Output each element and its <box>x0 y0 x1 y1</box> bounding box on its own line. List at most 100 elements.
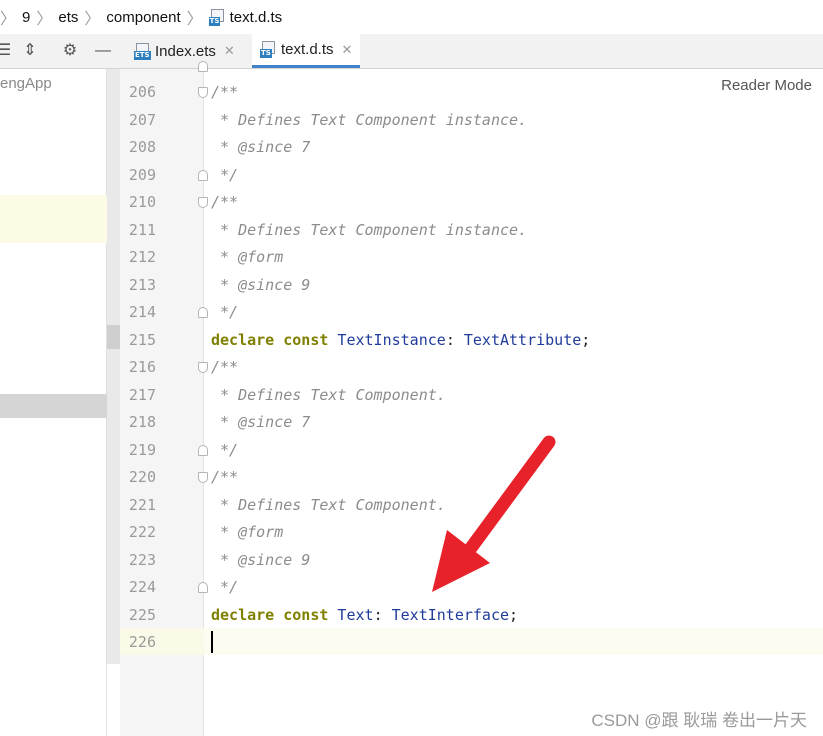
chevron-right-icon: 〉 <box>186 11 203 28</box>
chevron-right-icon: 〉 <box>0 11 17 28</box>
code-line[interactable]: * @form <box>211 519 283 546</box>
fold-marker-icon[interactable] <box>198 87 208 98</box>
line-number: 213 <box>128 276 156 294</box>
code-token: * Defines Text Component. <box>211 386 446 404</box>
code-line[interactable]: */ <box>211 299 238 326</box>
code-line[interactable]: * Defines Text Component instance. <box>211 217 527 244</box>
ts-file-icon: TS <box>260 41 275 58</box>
line-number: 214 <box>128 303 156 321</box>
code-token: ; <box>581 331 591 349</box>
line-number: 217 <box>128 386 156 404</box>
code-line[interactable]: declare const Text: TextInterface; <box>211 602 518 629</box>
tab-label: Index.ets <box>155 42 216 60</box>
line-number: 208 <box>128 138 156 156</box>
line-number: 216 <box>128 358 156 376</box>
code-token: TextAttribute <box>463 331 582 349</box>
reader-mode-button[interactable]: Reader Mode <box>721 77 812 94</box>
code-token: * Defines Text Component. <box>211 496 446 514</box>
line-number: 211 <box>128 221 156 239</box>
line-number: 207 <box>128 111 156 129</box>
code-line[interactable]: * @since 9 <box>211 547 310 574</box>
project-name[interactable]: engApp <box>0 75 52 92</box>
line-number: 209 <box>128 166 156 184</box>
gear-icon[interactable]: ⚙ <box>60 41 80 61</box>
editor-tabs-bar: ☰ ⇕ ⚙ — ETS Index.ets ✕ TS text.d.ts ✕ <box>0 34 823 69</box>
close-icon[interactable]: ✕ <box>342 42 353 58</box>
code-line[interactable]: * Defines Text Component. <box>211 382 446 409</box>
breadcrumb-item-9[interactable]: 9 <box>22 9 30 26</box>
code-line[interactable]: * @since 9 <box>211 272 310 299</box>
code-token: * @since 9 <box>211 276 311 294</box>
fold-marker-icon[interactable] <box>198 197 208 208</box>
code-token: /** <box>211 358 239 376</box>
line-number: 212 <box>128 248 156 266</box>
code-token: : <box>373 606 392 624</box>
code-token: declare <box>211 606 275 624</box>
collapse-all-icon[interactable]: ⇕ <box>20 41 40 61</box>
code-line[interactable]: * @form <box>211 244 283 271</box>
code-token: */ <box>211 578 239 596</box>
code-token: TextInterface <box>391 606 510 624</box>
fold-marker-icon[interactable] <box>198 170 208 181</box>
watermark: CSDN @跟 耿瑞 卷出一片天 <box>591 711 807 730</box>
close-icon[interactable]: ✕ <box>224 43 235 59</box>
code-token: * @since 7 <box>211 413 311 431</box>
code-token: const <box>283 331 329 349</box>
fold-marker-icon[interactable] <box>198 61 208 72</box>
line-number: 221 <box>128 496 156 514</box>
project-scrollbar[interactable] <box>107 69 120 664</box>
breadcrumb: 〉 9 〉 ets 〉 component 〉 TS text.d.ts <box>0 0 823 34</box>
breadcrumb-item-component[interactable]: component <box>106 9 180 26</box>
project-panel: engApp <box>0 69 107 736</box>
code-line[interactable]: /** <box>211 464 238 491</box>
code-line[interactable]: * @since 7 <box>211 409 310 436</box>
code-line[interactable]: /** <box>211 354 238 381</box>
project-scrollbar-thumb[interactable] <box>107 325 120 349</box>
project-selected-row[interactable] <box>0 394 107 418</box>
code-line[interactable]: */ <box>211 437 238 464</box>
tab-text-d-ts[interactable]: TS text.d.ts ✕ <box>252 34 361 68</box>
fold-marker-icon[interactable] <box>198 582 208 593</box>
code-line[interactable]: /** <box>211 79 238 106</box>
code-line[interactable]: * Defines Text Component instance. <box>211 107 527 134</box>
fold-marker-icon[interactable] <box>198 445 208 456</box>
code-token: const <box>283 606 329 624</box>
code-line[interactable]: /** <box>211 189 238 216</box>
code-token: TextInstance <box>328 331 446 349</box>
line-number: 222 <box>128 523 156 541</box>
line-number: 226 <box>128 633 156 651</box>
code-token: */ <box>211 166 239 184</box>
hide-panel-icon[interactable]: — <box>93 41 113 61</box>
expand-all-icon[interactable]: ☰ <box>0 41 14 61</box>
line-number: 224 <box>128 578 156 596</box>
line-number: 206 <box>128 83 156 101</box>
code-line[interactable]: * @since 7 <box>211 134 310 161</box>
line-number: 210 <box>128 193 156 211</box>
line-number: 225 <box>128 606 156 624</box>
line-number: 219 <box>128 441 156 459</box>
code-line[interactable]: * Defines Text Component. <box>211 492 446 519</box>
code-token: * @since 7 <box>211 138 311 156</box>
code-token: * @form <box>211 248 284 266</box>
breadcrumb-item-file[interactable]: text.d.ts <box>230 9 283 26</box>
code-line[interactable]: */ <box>211 162 238 189</box>
code-token: */ <box>211 303 239 321</box>
fold-marker-icon[interactable] <box>198 307 208 318</box>
code-token: * Defines Text Component instance. <box>211 111 528 129</box>
line-number: 218 <box>128 413 156 431</box>
tab-index-ets[interactable]: ETS Index.ets ✕ <box>126 34 243 68</box>
tab-label: text.d.ts <box>281 41 334 58</box>
code-line[interactable]: declare const TextInstance: TextAttribut… <box>211 327 590 354</box>
code-token: /** <box>211 468 239 486</box>
fold-marker-icon[interactable] <box>198 362 208 373</box>
code-line[interactable]: */ <box>211 574 238 601</box>
chevron-right-icon: 〉 <box>84 11 101 28</box>
code-token: : <box>445 331 464 349</box>
code-token: * @since 9 <box>211 551 311 569</box>
breadcrumb-item-ets[interactable]: ets <box>58 9 78 26</box>
code-token: /** <box>211 83 239 101</box>
line-number: 223 <box>128 551 156 569</box>
fold-marker-icon[interactable] <box>198 472 208 483</box>
